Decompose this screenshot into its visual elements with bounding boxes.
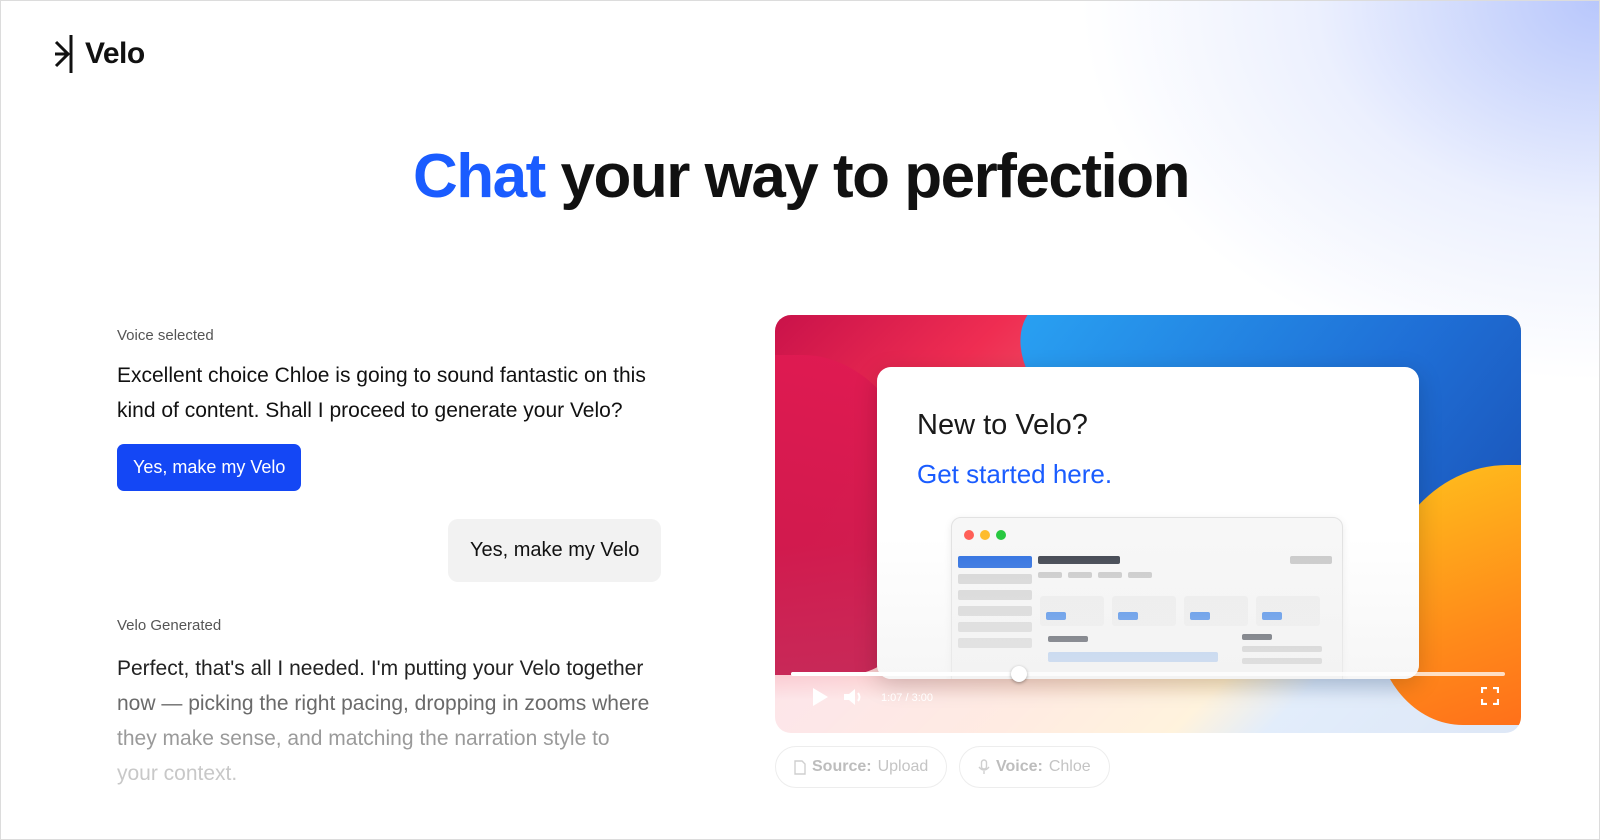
headline-accent: Chat (413, 142, 546, 211)
play-icon[interactable] (811, 687, 829, 707)
velo-generated-label: Velo Generated (117, 617, 222, 634)
brand-logo[interactable]: Velo (53, 33, 145, 75)
source-chip-value: Upload (877, 758, 929, 775)
velo-logo-icon (54, 35, 73, 73)
volume-icon[interactable] (843, 687, 867, 707)
generated-line: Perfect, that's all I needed. I'm puttin… (117, 657, 644, 680)
source-chip[interactable]: Source: Upload (775, 746, 948, 788)
card-title: New to Velo? (917, 409, 1088, 441)
source-chip-key: Source: (812, 758, 872, 775)
make-velo-button[interactable]: Yes, make my Velo (117, 444, 302, 491)
page: Velo Chat your way to perfection Voice s… (0, 0, 1600, 840)
video-player[interactable]: New to Velo? Get started here. 1:07 / 3:… (775, 315, 1521, 733)
scrub-handle[interactable] (1011, 666, 1028, 682)
video-time: 1:07 / 3:00 (881, 692, 933, 704)
video-progress-bar[interactable] (791, 666, 1505, 682)
headline-rest: your way to perfection (544, 142, 1191, 211)
video-frame-card: New to Velo? Get started here. (877, 367, 1419, 679)
generated-line: they make sense, and matching the narrat… (117, 727, 610, 750)
fullscreen-icon[interactable] (1481, 687, 1499, 705)
generated-message: Perfect, that's all I needed. I'm puttin… (117, 651, 677, 791)
user-reply-bubble: Yes, make my Velo (448, 519, 662, 582)
chat-thread: Voice selected Excellent choice Chloe is… (117, 327, 677, 785)
document-icon (794, 759, 806, 775)
get-started-link[interactable]: Get started here. (917, 459, 1112, 490)
brand-name: Velo (85, 37, 145, 70)
microphone-icon (978, 759, 990, 774)
voice-chip[interactable]: Voice: Chloe (959, 746, 1110, 788)
voice-chip-key: Voice: (996, 758, 1043, 775)
progress-fill (791, 672, 1020, 676)
card-fade (877, 537, 1419, 679)
voice-selected-label: Voice selected (117, 327, 214, 344)
page-headline: Chat your way to perfection (1, 141, 1599, 212)
voice-chip-value: Chloe (1048, 758, 1091, 775)
generated-line: your context. (117, 762, 238, 785)
generated-line: now — picking the right pacing, dropping… (117, 692, 650, 715)
bot-message: Excellent choice Chloe is going to sound… (117, 364, 646, 422)
